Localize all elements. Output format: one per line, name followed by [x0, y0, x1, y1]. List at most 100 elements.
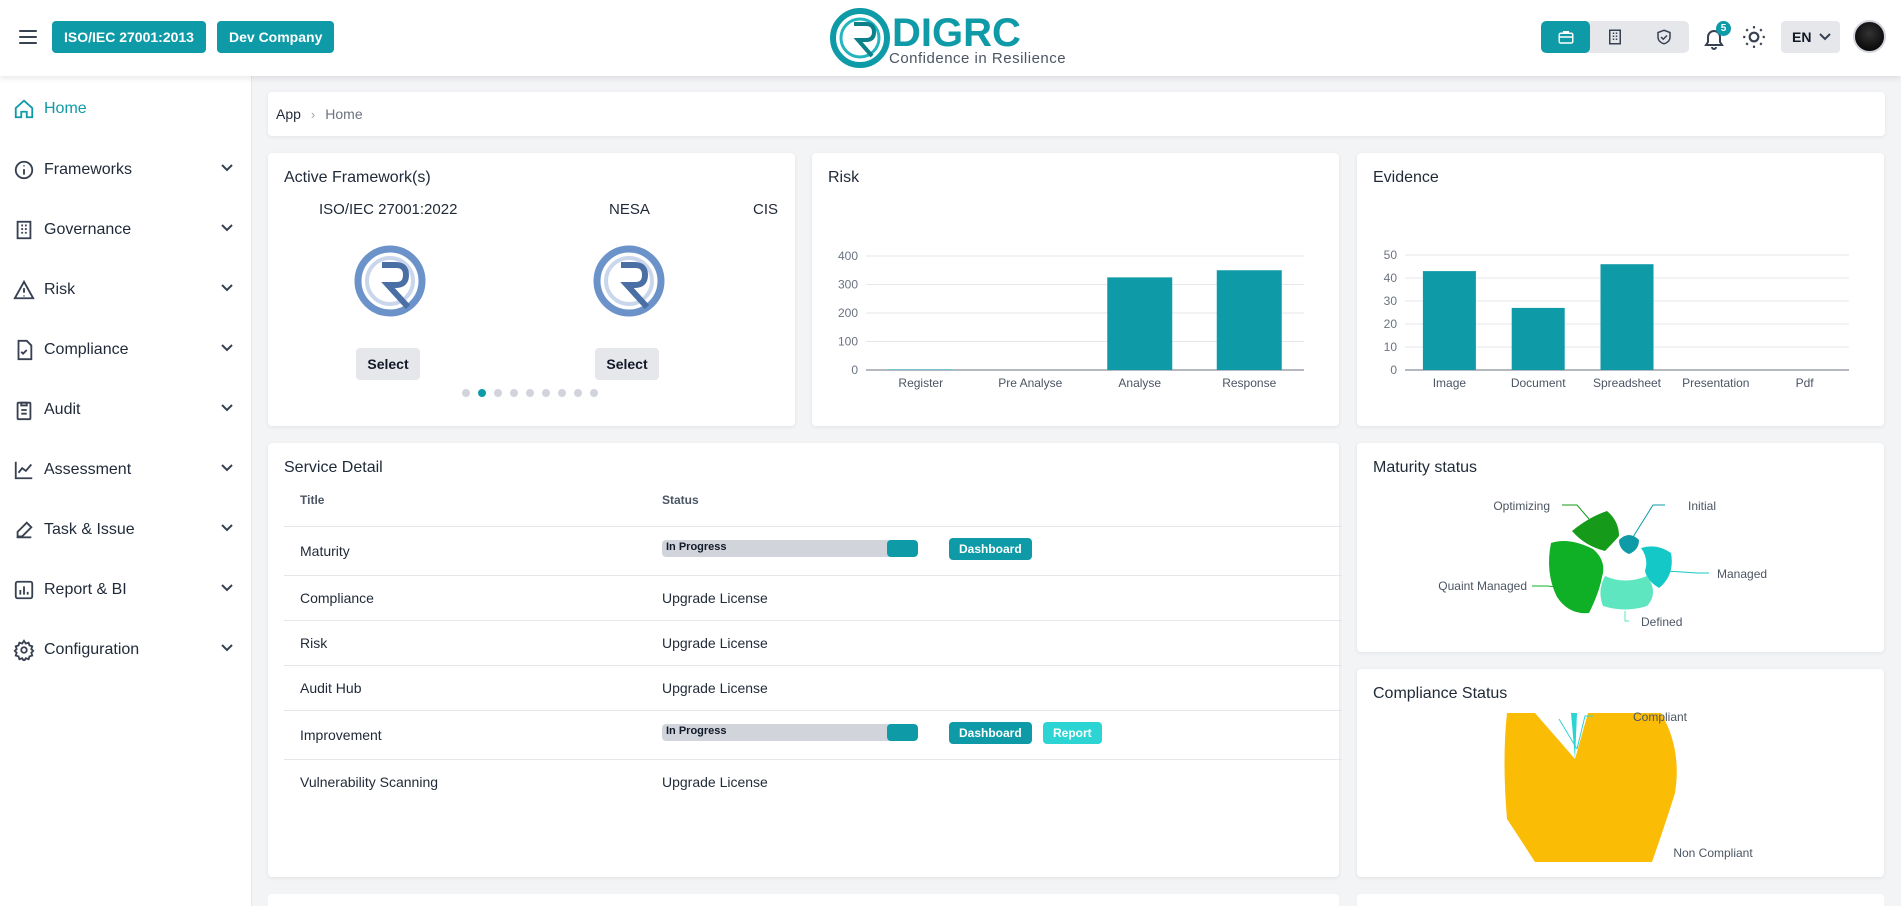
language-select[interactable]: EN [1781, 21, 1840, 53]
sidebar-item-report-bi[interactable]: Report & BI [0, 570, 252, 610]
y-tick-label: 100 [838, 335, 858, 349]
breadcrumb-separator: › [310, 106, 316, 122]
compliance-chart: Compliant Non Compliant [1504, 710, 1753, 862]
chevron-down-icon [221, 404, 233, 412]
compliance-status-card: Compliance Status Compliant Non Complian… [1357, 669, 1884, 877]
carousel-dots [462, 389, 598, 397]
y-tick-label: 0 [851, 363, 858, 377]
active-frameworks-card: Active Framework(s) ISO/IEC 27001:2022 N… [268, 153, 795, 426]
shield-check-icon[interactable] [1640, 21, 1689, 53]
notification-badge: 5 [1716, 21, 1731, 36]
progress-fill [887, 540, 918, 557]
select-framework-button[interactable]: Select [356, 348, 420, 380]
carousel-dot[interactable] [478, 389, 486, 397]
carousel-dot[interactable] [462, 389, 470, 397]
carousel-dot[interactable] [542, 389, 550, 397]
building-icon[interactable] [1590, 21, 1639, 53]
company-chip[interactable]: Dev Company [217, 21, 335, 53]
bar[interactable] [1422, 271, 1476, 370]
table-row: Audit Hub Upgrade License [284, 665, 1342, 710]
x-tick-label: Register [898, 376, 943, 390]
row-title: Improvement [300, 727, 382, 743]
sidebar-item-home[interactable]: Home [0, 89, 252, 129]
bar[interactable] [888, 369, 954, 370]
pie-label: Initial [1688, 499, 1716, 513]
carousel-dot[interactable] [558, 389, 566, 397]
x-tick-label: Pdf [1796, 376, 1815, 390]
chevron-down-icon [221, 644, 233, 652]
briefcase-icon[interactable] [1541, 21, 1591, 53]
sun-icon[interactable] [1741, 24, 1769, 52]
y-tick-label: 40 [1384, 271, 1398, 285]
building-icon [16, 220, 32, 240]
sidebar-item-label: Assessment [44, 461, 132, 478]
column-header-title: Title [300, 493, 325, 507]
chevron-down-icon [221, 464, 233, 472]
table-row: Improvement In Progress Dashboard Report [284, 710, 1342, 759]
chevron-down-icon [221, 524, 233, 532]
carousel-dot[interactable] [526, 389, 534, 397]
x-tick-label: Document [1511, 376, 1566, 390]
carousel-dot[interactable] [590, 389, 598, 397]
framework-chip[interactable]: ISO/IEC 27001:2013 [52, 21, 206, 53]
y-tick-label: 400 [838, 249, 858, 263]
progress-label: In Progress [666, 541, 727, 553]
x-tick-label: Response [1222, 376, 1276, 390]
logo-tagline: Confidence in Resilience [889, 50, 1067, 67]
sidebar-item-label: Governance [44, 221, 132, 238]
sidebar-item-assessment[interactable]: Assessment [0, 450, 252, 490]
chart-line-icon [14, 461, 33, 480]
report-button[interactable]: Report [1043, 722, 1102, 744]
chevron-down-icon [221, 344, 233, 352]
y-tick-label: 0 [1390, 363, 1397, 377]
row-status: Upgrade License [662, 590, 768, 606]
sidebar-item-label: Home [44, 100, 87, 117]
sidebar-item-task-issue[interactable]: Task & Issue [0, 510, 252, 550]
x-tick-label: Presentation [1682, 376, 1749, 390]
progress-label: In Progress [666, 725, 727, 737]
breadcrumb-root[interactable]: App [276, 106, 301, 122]
bar[interactable] [1107, 277, 1173, 370]
carousel-dot[interactable] [494, 389, 502, 397]
pie-label: Compliant [1633, 710, 1688, 724]
top-bar: ISO/IEC 27001:2013 Dev Company DIGRC Con… [0, 0, 1901, 76]
chevron-down-icon [1819, 33, 1831, 41]
framework-logo [354, 245, 426, 317]
chevron-down-icon [221, 164, 233, 172]
carousel-dot[interactable] [510, 389, 518, 397]
carousel-dot[interactable] [574, 389, 582, 397]
view-switcher [1541, 21, 1689, 53]
dashboard-button[interactable]: Dashboard [949, 538, 1032, 560]
bar[interactable] [1600, 264, 1654, 370]
sidebar-item-compliance[interactable]: Compliance [0, 330, 252, 370]
pie-slice-initial [1619, 535, 1639, 554]
sidebar-item-label: Audit [44, 401, 81, 418]
avatar[interactable] [1853, 20, 1886, 53]
table-row: Risk Upgrade License [284, 620, 1342, 665]
dashboard-button[interactable]: Dashboard [949, 722, 1032, 744]
bar[interactable] [1511, 307, 1565, 370]
y-tick-label: 10 [1384, 340, 1398, 354]
maturity-chart: Initial Managed Defined Quaint Managed O… [1438, 499, 1767, 629]
pie-label: Managed [1717, 567, 1767, 581]
row-title: Audit Hub [300, 680, 362, 696]
maturity-status-card: Maturity status Initial Managed Defined … [1357, 443, 1884, 652]
home-icon [14, 99, 34, 119]
bell-icon[interactable]: 5 [1700, 21, 1731, 52]
row-title: Maturity [300, 543, 350, 559]
sidebar-item-label: Compliance [44, 341, 129, 358]
sidebar-item-risk[interactable]: Risk [0, 270, 252, 310]
select-framework-button[interactable]: Select [595, 348, 659, 380]
row-status: Upgrade License [662, 635, 768, 651]
sidebar-item-governance[interactable]: Governance [0, 210, 252, 250]
menu-icon[interactable] [17, 26, 39, 48]
sidebar-item-frameworks[interactable]: Frameworks [0, 150, 252, 190]
table-row: Maturity In Progress Dashboard [284, 526, 1342, 575]
sidebar-item-audit[interactable]: Audit [0, 390, 252, 430]
sidebar-item-configuration[interactable]: Configuration [0, 630, 252, 670]
bar[interactable] [1216, 270, 1282, 370]
file-check-icon [17, 339, 33, 361]
bar-chart-icon [14, 580, 34, 600]
clipboard-icon [16, 401, 32, 421]
pie-slice-non-compliant [1504, 713, 1677, 862]
